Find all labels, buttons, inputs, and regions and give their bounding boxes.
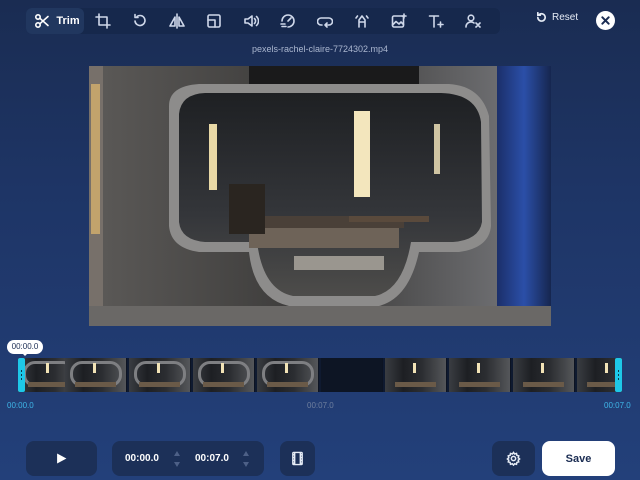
tool-speed-button[interactable] xyxy=(269,8,306,34)
loop-icon xyxy=(316,17,333,28)
trim-start-handle[interactable] xyxy=(18,358,25,392)
tool-add-image-button[interactable] xyxy=(380,8,417,34)
timeline-frame xyxy=(321,358,383,392)
timeline-frame xyxy=(385,358,447,392)
timeline-frame xyxy=(129,358,191,392)
tool-loop-button[interactable] xyxy=(306,8,343,34)
gear-icon xyxy=(506,451,521,466)
play-button[interactable] xyxy=(26,441,97,476)
trim-time-inputs: 00:00.0 00:07.0 xyxy=(112,441,264,476)
reset-label: Reset xyxy=(552,12,579,23)
scissors-icon xyxy=(35,13,50,29)
timeline-frame xyxy=(65,358,127,392)
file-name: pexels-rachel-claire-7724302.mp4 xyxy=(251,44,389,54)
tool-remove-person-button[interactable] xyxy=(454,8,491,34)
timeline-frame xyxy=(449,358,511,392)
stabilize-icon xyxy=(354,15,369,28)
stepper-arrows-icon xyxy=(174,451,180,467)
start-time-stepper[interactable] xyxy=(173,449,181,469)
tool-trim-button[interactable]: Trim xyxy=(26,8,84,34)
play-icon xyxy=(57,453,67,464)
rotate-icon xyxy=(133,13,146,27)
crop-icon xyxy=(94,13,111,29)
timeline-frame xyxy=(193,358,255,392)
stepper-arrows-icon xyxy=(243,451,249,467)
timeline-end-time: 00:07.0 xyxy=(604,401,631,410)
timeline-frame xyxy=(257,358,319,392)
end-time-stepper[interactable] xyxy=(242,449,250,469)
layout-icon xyxy=(206,14,221,28)
tool-crop-button[interactable] xyxy=(84,8,121,34)
split-frames-button[interactable] xyxy=(280,441,315,476)
video-frame-image xyxy=(89,66,551,326)
tool-layout-button[interactable] xyxy=(195,8,232,34)
timeline-mid-time: 00:07.0 xyxy=(307,401,334,410)
tool-rotate-button[interactable] xyxy=(121,8,158,34)
film-strip-icon xyxy=(292,451,303,466)
tool-flip-button[interactable] xyxy=(158,8,195,34)
video-preview[interactable] xyxy=(89,66,551,326)
playhead-time-bubble: 00:00.0 xyxy=(7,340,43,356)
speed-icon xyxy=(279,14,295,28)
end-time-input[interactable]: 00:07.0 xyxy=(195,453,229,464)
close-icon xyxy=(601,16,610,25)
volume-icon xyxy=(243,15,259,27)
settings-button[interactable] xyxy=(492,441,535,476)
close-button[interactable] xyxy=(596,11,615,30)
timeline-frame xyxy=(513,358,575,392)
flip-icon xyxy=(168,13,185,29)
tool-stabilize-button[interactable] xyxy=(343,8,380,34)
save-button[interactable]: Save xyxy=(542,441,615,476)
timeline-strip[interactable] xyxy=(18,358,622,392)
tool-volume-button[interactable] xyxy=(232,8,269,34)
tool-add-text-button[interactable] xyxy=(417,8,454,34)
start-time-input[interactable]: 00:00.0 xyxy=(125,453,159,464)
trim-end-handle[interactable] xyxy=(615,358,622,392)
reset-button[interactable]: Reset xyxy=(536,12,578,23)
add-image-icon xyxy=(391,13,407,28)
tool-trim-label: Trim xyxy=(56,15,80,27)
remove-person-icon xyxy=(464,14,481,28)
reset-icon xyxy=(537,12,546,22)
editor-toolbar: Trim xyxy=(26,8,500,34)
add-text-icon xyxy=(428,15,444,28)
timeline-start-time: 00:00.0 xyxy=(7,401,34,410)
